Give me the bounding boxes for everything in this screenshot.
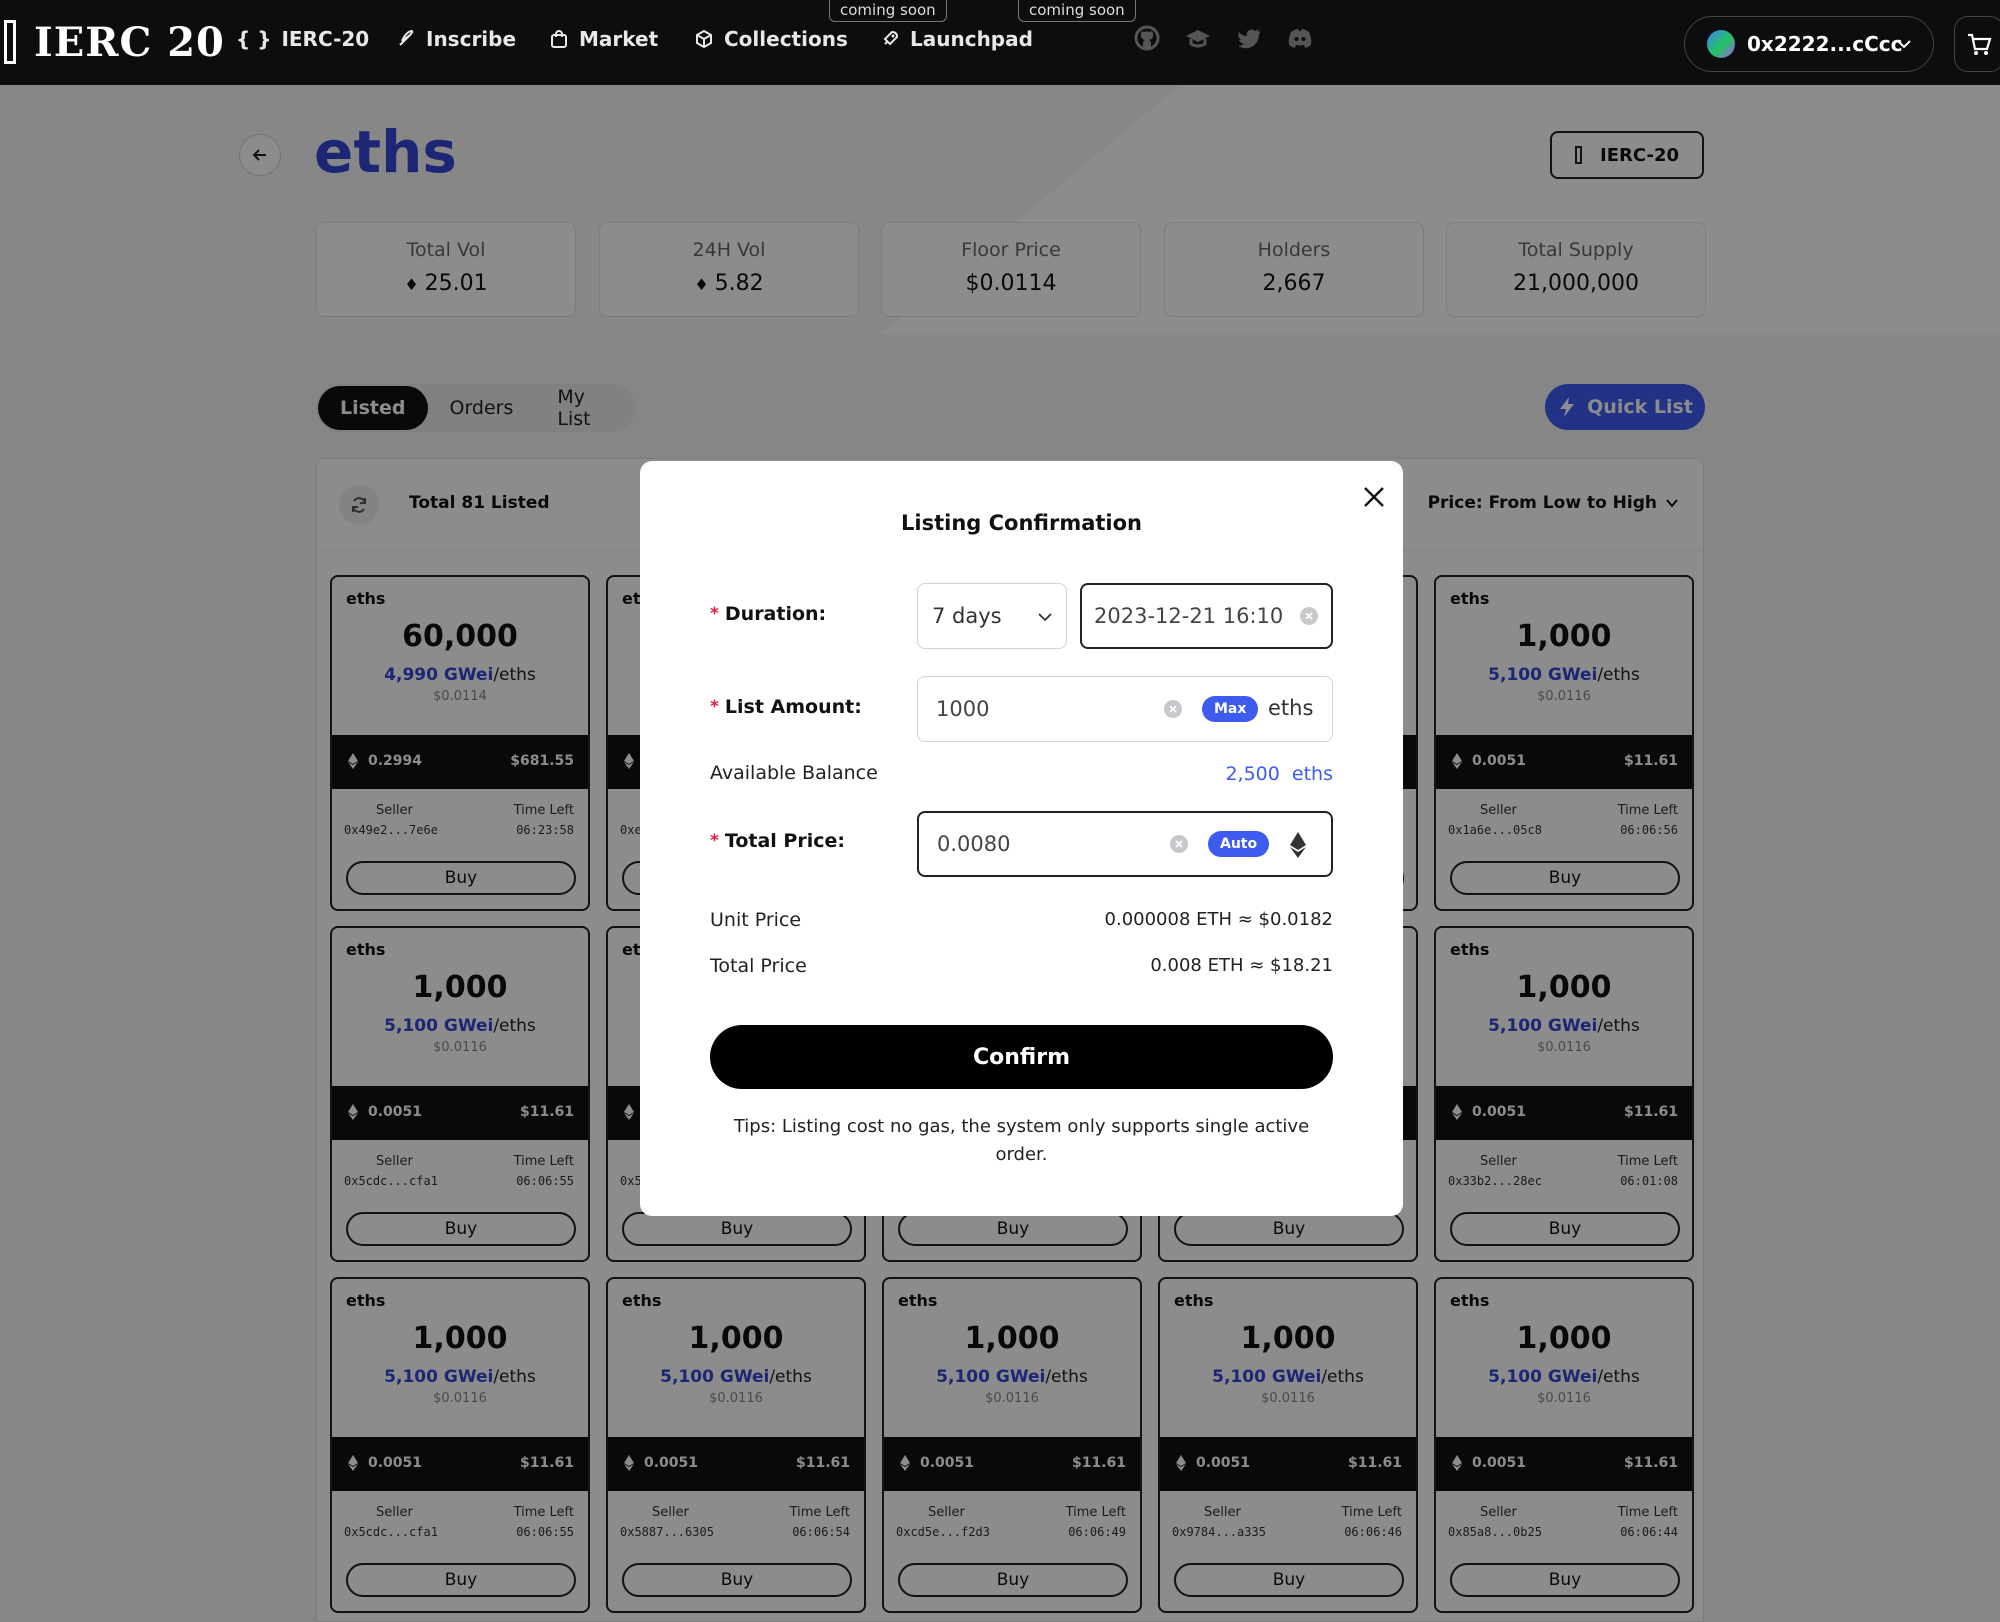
duration-select[interactable]: 7 days xyxy=(917,583,1067,649)
confirm-button[interactable]: Confirm xyxy=(710,1025,1333,1089)
top-nav: IERC 20 { } IERC-20 Inscribe Market Coll… xyxy=(0,0,2000,85)
rocket-icon xyxy=(883,30,899,46)
nav-item-launchpad[interactable]: Launchpad xyxy=(880,24,1033,54)
nav-item-label: Launchpad xyxy=(910,27,1033,51)
nav-item-market[interactable]: Market xyxy=(549,24,658,54)
list-amount-input[interactable]: 1000 Max eths xyxy=(917,676,1333,742)
listing-tips: Tips: Listing cost no gas, the system on… xyxy=(733,1116,1310,1165)
logo-mark xyxy=(4,20,16,64)
clear-icon[interactable] xyxy=(1170,835,1188,853)
available-balance-value: 2,500 eths xyxy=(1225,763,1333,785)
wallet-button[interactable]: 0x2222...cCcc xyxy=(1684,16,1934,72)
balance-amount: 2,500 xyxy=(1225,763,1280,785)
duration-value: 7 days xyxy=(932,604,1002,628)
total-price-summary-value: 0.008 ETH ≈ $18.21 xyxy=(1150,955,1333,976)
cart-button[interactable] xyxy=(1954,16,2000,72)
list-amount-label-text: List Amount: xyxy=(724,696,862,718)
max-button[interactable]: Max xyxy=(1202,696,1259,722)
total-price-label-text: Total Price: xyxy=(724,830,845,852)
feather-icon xyxy=(399,29,414,46)
nav-item-label: Inscribe xyxy=(426,27,517,51)
twitter-icon[interactable] xyxy=(1235,24,1263,52)
chevron-down-icon xyxy=(1897,40,1911,49)
auto-button[interactable]: Auto xyxy=(1208,831,1270,857)
listing-confirmation-modal: Listing Confirmation * Duration: 7 days 2… xyxy=(640,461,1403,1216)
duration-label: * Duration: xyxy=(710,603,826,625)
nav-item-label: IERC-20 xyxy=(281,27,370,51)
expiry-date-input[interactable]: 2023-12-21 16:10 xyxy=(1080,583,1333,649)
nav-item-collections[interactable]: Collections xyxy=(694,24,848,54)
expiry-date-value: 2023-12-21 16:10 xyxy=(1094,604,1284,628)
close-icon xyxy=(1364,487,1384,507)
eth-icon xyxy=(1290,832,1306,858)
cart-icon xyxy=(1968,33,1992,55)
wallet-avatar xyxy=(1707,30,1735,58)
chevron-down-icon xyxy=(1038,613,1052,622)
required-asterisk: * xyxy=(710,604,719,624)
nav-item-ierc20[interactable]: { } IERC-20 xyxy=(236,24,369,54)
wallet-address: 0x2222...cCcc xyxy=(1747,32,1903,56)
available-balance-label: Available Balance xyxy=(710,762,878,784)
balance-unit: eths xyxy=(1291,763,1333,785)
shopping-bag-icon xyxy=(551,30,567,48)
list-amount-label: * List Amount: xyxy=(710,696,862,718)
unit-price-value: 0.000008 ETH ≈ $0.0182 xyxy=(1104,909,1333,930)
clear-icon[interactable] xyxy=(1300,607,1318,625)
amount-unit: eths xyxy=(1268,696,1314,720)
total-price-value: 0.0080 xyxy=(937,832,1011,856)
close-button[interactable] xyxy=(1356,479,1392,515)
nav-item-label: Market xyxy=(579,27,659,51)
list-amount-value: 1000 xyxy=(936,697,990,721)
discord-icon[interactable] xyxy=(1286,24,1314,52)
unit-price-label: Unit Price xyxy=(710,909,802,931)
total-price-input[interactable]: 0.0080 Auto xyxy=(917,811,1333,877)
nav-item-inscribe[interactable]: Inscribe xyxy=(396,24,516,54)
total-price-label: * Total Price: xyxy=(710,830,845,852)
coming-soon-badge: coming soon xyxy=(1018,0,1136,22)
github-icon[interactable] xyxy=(1133,24,1161,52)
nav-item-label: Collections xyxy=(724,27,848,51)
duration-label-text: Duration: xyxy=(724,603,827,625)
cube-icon xyxy=(696,29,712,49)
required-asterisk: * xyxy=(710,697,719,717)
coming-soon-badge: coming soon xyxy=(829,0,947,22)
required-asterisk: * xyxy=(710,831,719,851)
braces-icon: { } xyxy=(236,27,272,51)
total-price-summary-label: Total Price xyxy=(710,955,807,977)
clear-icon[interactable] xyxy=(1164,700,1182,718)
graduation-cap-icon[interactable] xyxy=(1184,24,1212,52)
logo-text: IERC 20 xyxy=(34,18,225,66)
logo[interactable]: IERC 20 xyxy=(4,14,225,70)
modal-title: Listing Confirmation xyxy=(901,511,1142,535)
